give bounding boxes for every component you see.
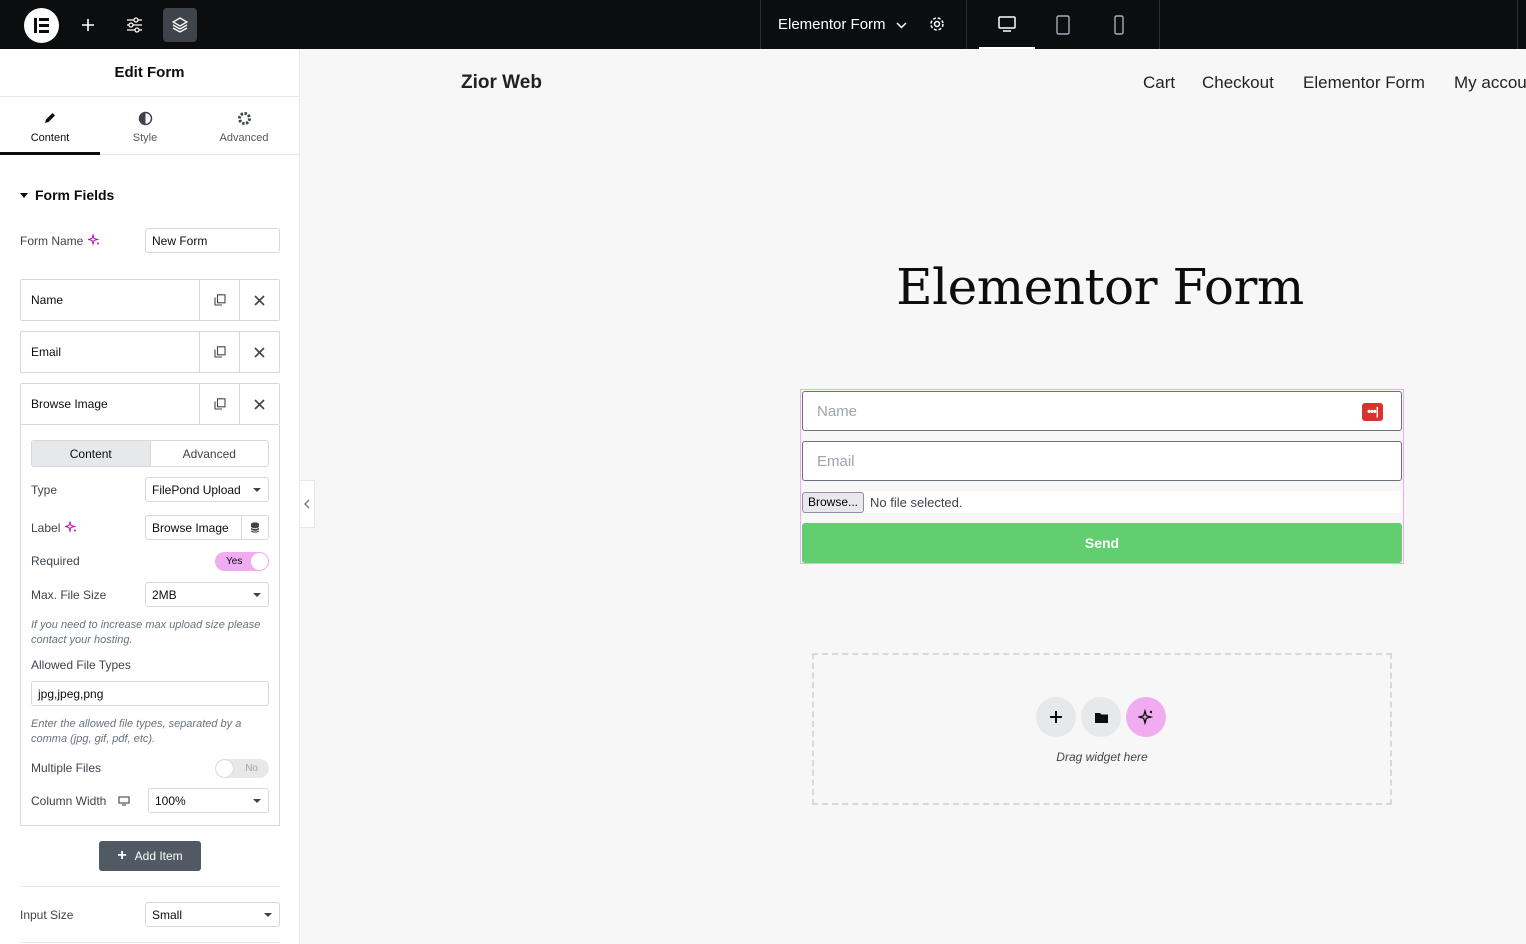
page-settings-gear-icon[interactable]: [927, 14, 947, 39]
column-width-label-text: Column Width: [31, 794, 107, 808]
empty-section-drop-zone[interactable]: Drag widget here: [812, 653, 1392, 805]
repeater-item-title: Browse Image: [31, 397, 108, 411]
desktop-icon[interactable]: [979, 0, 1035, 49]
pencil-icon: [43, 109, 57, 127]
form-name-input[interactable]: New Form: [145, 228, 280, 253]
tab-content-label: Content: [30, 132, 70, 144]
required-label: Required: [31, 554, 80, 568]
close-icon[interactable]: [239, 384, 279, 424]
email-placeholder: Email: [817, 452, 855, 470]
label-label: Label: [31, 519, 77, 536]
page-heading: Elementor Form: [896, 258, 1304, 316]
topbar-center: Elementor Form: [760, 0, 1160, 49]
type-select[interactable]: FilePond Upload: [145, 477, 269, 502]
field-editor-tabs: Content Advanced: [31, 440, 269, 467]
name-field[interactable]: Name •••|: [802, 391, 1402, 431]
nav-link-cart[interactable]: Cart: [1143, 73, 1175, 93]
editor-panel: Edit Form Content Style Advanced Form Fi…: [0, 49, 300, 944]
form-fields-section-toggle[interactable]: Form Fields: [20, 187, 114, 203]
max-file-size-select[interactable]: 2MB: [145, 582, 269, 607]
form-widget[interactable]: Name •••| Email Browse... No file select…: [800, 389, 1404, 564]
panel-divider: [20, 942, 280, 943]
plus-icon: +: [117, 847, 127, 864]
browse-button[interactable]: Browse...: [802, 491, 865, 513]
folder-icon[interactable]: [1081, 697, 1121, 737]
close-icon[interactable]: [239, 332, 279, 372]
name-placeholder: Name: [817, 402, 858, 420]
required-toggle[interactable]: Yes: [215, 552, 269, 571]
nav-link-elementor-form[interactable]: Elementor Form: [1303, 73, 1425, 93]
field-tab-content[interactable]: Content: [32, 441, 151, 466]
caret-down-icon: [20, 192, 28, 198]
document-title: Elementor Form: [778, 16, 886, 33]
duplicate-icon[interactable]: [199, 384, 239, 424]
send-button[interactable]: Send: [802, 523, 1402, 563]
section-title: Form Fields: [35, 187, 115, 203]
max-file-size-label: Max. File Size: [31, 588, 107, 602]
panel-divider: [20, 886, 280, 887]
input-size-select[interactable]: Small: [145, 902, 280, 927]
tab-advanced-label: Advanced: [219, 132, 269, 144]
duplicate-icon[interactable]: [199, 280, 239, 320]
repeater-item-browse-image[interactable]: Browse Image: [20, 383, 280, 425]
elementor-logo-icon[interactable]: [24, 8, 59, 43]
tab-advanced[interactable]: Advanced: [194, 97, 294, 155]
repeater-item-title: Email: [31, 345, 62, 359]
dynamic-tags-icon[interactable]: [241, 515, 269, 540]
duplicate-icon[interactable]: [199, 332, 239, 372]
panel-title: Edit Form: [0, 49, 299, 97]
allowed-file-types-note: Enter the allowed file types, separated …: [31, 718, 242, 745]
repeater-item-email[interactable]: Email: [20, 331, 280, 373]
mobile-icon[interactable]: [1091, 0, 1147, 49]
tablet-icon[interactable]: [1035, 0, 1091, 49]
file-upload-field: Browse... No file selected.: [802, 491, 1402, 513]
add-icon[interactable]: [71, 8, 105, 42]
panel-tabs: Content Style Advanced: [0, 97, 299, 155]
multiple-files-toggle-label: No: [245, 763, 258, 774]
allowed-file-types-label: Allowed File Types: [31, 658, 131, 672]
chevron-down-icon: [896, 16, 907, 33]
file-status: No file selected.: [870, 494, 963, 510]
field-tab-advanced[interactable]: Advanced: [151, 441, 269, 466]
input-size-label: Input Size: [20, 908, 74, 922]
password-manager-icon[interactable]: •••|: [1362, 403, 1383, 421]
tab-style-label: Style: [132, 132, 158, 144]
site-title[interactable]: Zior Web: [461, 72, 542, 94]
responsive-desktop-icon[interactable]: [118, 796, 130, 806]
gear-icon: [237, 109, 252, 127]
multiple-files-label: Multiple Files: [31, 761, 102, 775]
drop-zone-text: Drag widget here: [1056, 750, 1148, 764]
repeater-item-title: Name: [31, 293, 64, 307]
email-field[interactable]: Email: [802, 441, 1402, 481]
half-circle-icon: [138, 109, 153, 127]
panel-collapse-chevron-icon[interactable]: [300, 480, 315, 528]
tab-content[interactable]: Content: [0, 97, 100, 155]
form-name-label: Form Name: [20, 232, 100, 249]
column-width-label: Column Width: [31, 793, 130, 809]
column-width-select[interactable]: 100%: [148, 788, 269, 813]
tab-style[interactable]: Style: [95, 97, 195, 155]
ai-sparkle-icon[interactable]: [1126, 697, 1166, 737]
label-label-text: Label: [31, 521, 61, 535]
ai-sparkle-icon[interactable]: [87, 232, 100, 249]
close-icon[interactable]: [239, 280, 279, 320]
topbar-divider: [1517, 0, 1518, 49]
nav-link-checkout[interactable]: Checkout: [1202, 73, 1274, 93]
add-item-button[interactable]: + Add Item: [99, 841, 201, 871]
form-name-label-text: Form Name: [20, 234, 84, 248]
nav-link-my-account[interactable]: My account: [1454, 73, 1526, 93]
required-toggle-label: Yes: [226, 556, 243, 567]
allowed-file-types-input[interactable]: jpg,jpeg,png: [31, 681, 269, 706]
add-section-icon[interactable]: [1036, 697, 1076, 737]
max-file-size-note: If you need to increase max upload size …: [31, 619, 261, 646]
structure-icon[interactable]: [163, 8, 197, 42]
label-input[interactable]: Browse Image: [145, 515, 242, 540]
multiple-files-toggle[interactable]: No: [215, 759, 269, 778]
type-label: Type: [31, 483, 58, 497]
repeater-item-name[interactable]: Name: [20, 279, 280, 321]
editor-topbar: Elementor Form: [0, 0, 1526, 49]
add-item-label: Add Item: [134, 849, 183, 863]
ai-sparkle-icon[interactable]: [64, 519, 77, 536]
site-settings-icon[interactable]: [117, 8, 151, 42]
